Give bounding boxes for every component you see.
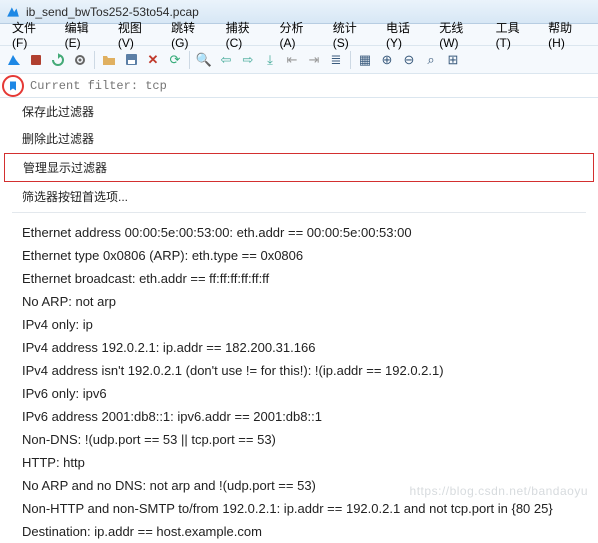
list-item[interactable]: Ethernet broadcast: eth.addr == ff:ff:ff…	[16, 267, 594, 290]
bookmark-icon	[7, 80, 19, 92]
list-item[interactable]: Destination: ip.addr == host.example.com	[16, 520, 594, 543]
last-icon: ⇥	[309, 52, 320, 68]
go-back-button[interactable]: ⇦	[216, 50, 236, 70]
list-item[interactable]: IPv6 only: ipv6	[16, 382, 594, 405]
first-icon: ⇤	[287, 52, 298, 68]
zoom-out-button[interactable]: ⊖	[399, 50, 419, 70]
menu-tools[interactable]: 工具(T)	[488, 17, 541, 52]
menu-view[interactable]: 视图(V)	[110, 17, 163, 52]
start-capture-button[interactable]	[4, 50, 24, 70]
zoom-in-icon: ⊕	[382, 52, 393, 68]
menu-stats[interactable]: 统计(S)	[325, 17, 378, 52]
list-item[interactable]: IPv4 address 192.0.2.1: ip.addr == 182.2…	[16, 336, 594, 359]
manage-filters-item[interactable]: 管理显示过滤器	[4, 153, 594, 182]
list-item[interactable]: No ARP and no DNS: not arp and !(udp.por…	[16, 474, 594, 497]
save-filter-item[interactable]: 保存此过滤器	[4, 98, 594, 125]
go-forward-button[interactable]: ⇨	[238, 50, 258, 70]
stop-icon	[30, 54, 42, 66]
resize-columns-button[interactable]: ⊞	[443, 50, 463, 70]
find-button[interactable]: 🔍	[194, 50, 214, 70]
folder-icon	[102, 54, 116, 66]
list-item[interactable]: No ARP: not arp	[16, 290, 594, 313]
auto-scroll-button[interactable]: ≣	[326, 50, 346, 70]
reload-button[interactable]: ⟳	[165, 50, 185, 70]
zoom-reset-button[interactable]: ⌕	[421, 50, 441, 70]
jump-icon: ⤓	[267, 52, 273, 68]
jump-to-button[interactable]: ⤓	[260, 50, 280, 70]
delete-filter-item[interactable]: 删除此过滤器	[4, 125, 594, 152]
display-filter-bar	[0, 74, 598, 98]
capture-options-button[interactable]	[70, 50, 90, 70]
search-icon: 🔍	[196, 52, 212, 68]
list-item[interactable]: IPv4 only: ip	[16, 313, 594, 336]
filter-bookmark-menu: 保存此过滤器 删除此过滤器 管理显示过滤器 筛选器按钮首选项... Ethern…	[4, 98, 594, 543]
menu-capture[interactable]: 捕获(C)	[218, 17, 272, 52]
shark-fin-icon	[7, 53, 21, 67]
columns-icon: ⊞	[448, 52, 459, 68]
gear-icon	[73, 53, 87, 67]
list-item[interactable]: Ethernet address 00:00:5e:00:53:00: eth.…	[16, 221, 594, 244]
filter-examples-list: Ethernet address 00:00:5e:00:53:00: eth.…	[4, 215, 594, 543]
toolbar-separator	[189, 51, 190, 69]
list-item[interactable]: IPv6 address 2001:db8::1: ipv6.addr == 2…	[16, 405, 594, 428]
reload-icon: ⟳	[170, 52, 181, 68]
stop-capture-button[interactable]	[26, 50, 46, 70]
zoom-in-button[interactable]: ⊕	[377, 50, 397, 70]
go-last-button[interactable]: ⇥	[304, 50, 324, 70]
arrow-right-icon: ⇨	[243, 52, 254, 68]
save-icon	[125, 53, 138, 66]
toolbar-separator	[94, 51, 95, 69]
menu-help[interactable]: 帮助(H)	[540, 17, 594, 52]
zoom-reset-icon: ⌕	[427, 52, 434, 68]
menu-analyze[interactable]: 分析(A)	[271, 17, 324, 52]
zoom-out-icon: ⊖	[404, 52, 415, 68]
menu-bar: 文件(F) 编辑(E) 视图(V) 跳转(G) 捕获(C) 分析(A) 统计(S…	[0, 24, 598, 46]
restart-icon	[51, 53, 65, 67]
toolbar-separator	[350, 51, 351, 69]
colorize-icon: ▦	[359, 52, 371, 68]
list-item[interactable]: HTTP: http	[16, 451, 594, 474]
menu-file[interactable]: 文件(F)	[4, 17, 57, 52]
list-item[interactable]: Non-DNS: !(udp.port == 53 || tcp.port ==…	[16, 428, 594, 451]
menu-telephony[interactable]: 电话(Y)	[378, 17, 431, 52]
menu-wireless[interactable]: 无线(W)	[431, 17, 487, 52]
save-file-button[interactable]	[121, 50, 141, 70]
go-first-button[interactable]: ⇤	[282, 50, 302, 70]
filter-button-prefs-item[interactable]: 筛选器按钮首选项...	[4, 183, 594, 210]
display-filter-input[interactable]	[26, 76, 598, 96]
menu-separator	[12, 212, 586, 213]
close-icon: ✕	[148, 52, 159, 68]
arrow-left-icon: ⇦	[221, 52, 232, 68]
menu-edit[interactable]: 编辑(E)	[57, 17, 110, 52]
filter-bookmark-button[interactable]	[2, 75, 24, 97]
menu-go[interactable]: 跳转(G)	[163, 17, 217, 52]
close-file-button[interactable]: ✕	[143, 50, 163, 70]
restart-capture-button[interactable]	[48, 50, 68, 70]
colorize-button[interactable]: ▦	[355, 50, 375, 70]
list-item[interactable]: Ethernet type 0x0806 (ARP): eth.type == …	[16, 244, 594, 267]
open-file-button[interactable]	[99, 50, 119, 70]
autoscroll-icon: ≣	[331, 52, 342, 68]
list-item[interactable]: Non-HTTP and non-SMTP to/from 192.0.2.1:…	[16, 497, 594, 520]
list-item[interactable]: IPv4 address isn't 192.0.2.1 (don't use …	[16, 359, 594, 382]
